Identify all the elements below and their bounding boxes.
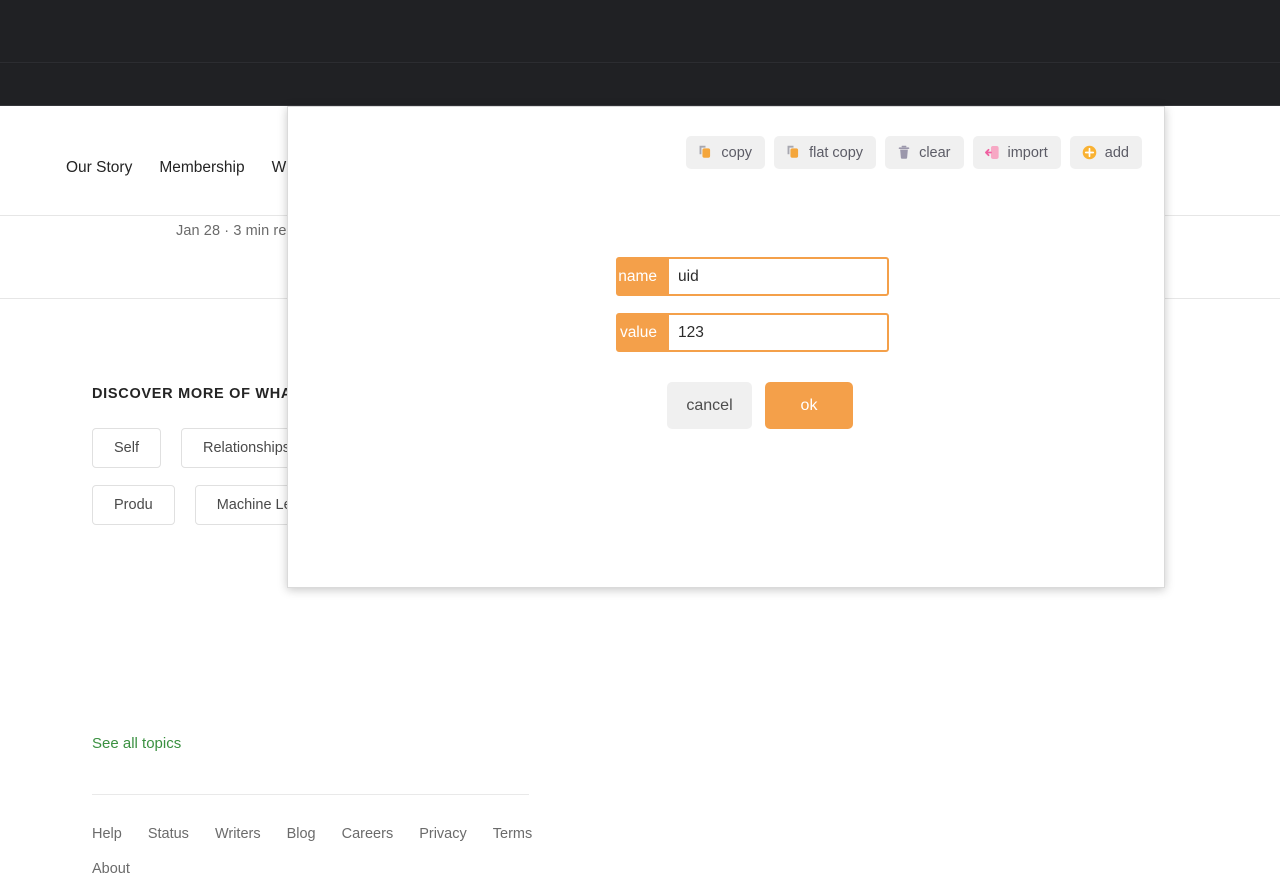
copy-button-label: copy xyxy=(721,144,753,161)
footer-link-privacy[interactable]: Privacy xyxy=(419,826,467,842)
article-meta: Jan 28 · 3 min re xyxy=(176,223,287,239)
nav-item-write[interactable]: W xyxy=(272,159,287,177)
see-all-topics-link-wrap: See all topics xyxy=(92,735,181,752)
add-button[interactable]: add xyxy=(1069,136,1142,169)
cookie-editor-dialog: copy flat copy clear import add name uid… xyxy=(287,106,1165,588)
cancel-button[interactable]: cancel xyxy=(667,382,752,429)
dialog-actions: cancel ok xyxy=(667,382,853,429)
import-button-label: import xyxy=(1007,144,1048,161)
nav-item-our-story[interactable]: Our Story xyxy=(66,159,132,177)
footer-link-about[interactable]: About xyxy=(92,861,130,877)
cookie-name-row: name xyxy=(616,257,889,296)
browser-tabstrip[interactable] xyxy=(0,0,1280,63)
dialog-toolbar: copy flat copy clear import add xyxy=(686,136,1142,169)
footer-links: Help Status Writers Blog Careers Privacy… xyxy=(92,826,542,877)
import-button[interactable]: import xyxy=(972,136,1061,169)
copy-button[interactable]: copy xyxy=(686,136,766,169)
trash-icon xyxy=(896,144,912,161)
flat-copy-icon xyxy=(785,144,802,161)
footer-link-status[interactable]: Status xyxy=(148,826,189,842)
footer-link-blog[interactable]: Blog xyxy=(287,826,316,842)
browser-chrome xyxy=(0,0,1280,167)
add-circle-icon xyxy=(1081,144,1098,161)
topic-chip-self[interactable]: Self xyxy=(92,428,161,468)
cookie-name-label: name xyxy=(618,259,669,294)
discover-heading: DISCOVER MORE OF WHAT xyxy=(92,386,301,402)
flat-copy-button[interactable]: flat copy xyxy=(774,136,877,169)
footer-link-writers[interactable]: Writers xyxy=(215,826,261,842)
copy-icon xyxy=(697,144,714,161)
flat-copy-button-label: flat copy xyxy=(809,144,864,161)
footer-link-help[interactable]: Help xyxy=(92,826,122,842)
cookie-value-input[interactable] xyxy=(669,315,887,350)
import-icon xyxy=(984,144,1001,161)
ok-button[interactable]: ok xyxy=(765,382,853,429)
add-button-label: add xyxy=(1104,144,1129,161)
cookie-value-row: value xyxy=(616,313,889,352)
cookie-value-label: value xyxy=(618,315,669,350)
footer-link-careers[interactable]: Careers xyxy=(342,826,394,842)
cookie-form: name value xyxy=(616,257,889,369)
nav-item-membership[interactable]: Membership xyxy=(159,159,244,177)
see-all-topics-link[interactable]: See all topics xyxy=(92,735,181,752)
browser-toolbar xyxy=(0,64,1280,167)
cookie-name-input[interactable] xyxy=(669,259,887,294)
clear-button[interactable]: clear xyxy=(885,136,964,169)
topic-chip-productivity[interactable]: Produ xyxy=(92,485,175,525)
footer-link-terms[interactable]: Terms xyxy=(493,826,532,842)
footer-divider xyxy=(92,794,529,795)
clear-button-label: clear xyxy=(919,144,951,161)
